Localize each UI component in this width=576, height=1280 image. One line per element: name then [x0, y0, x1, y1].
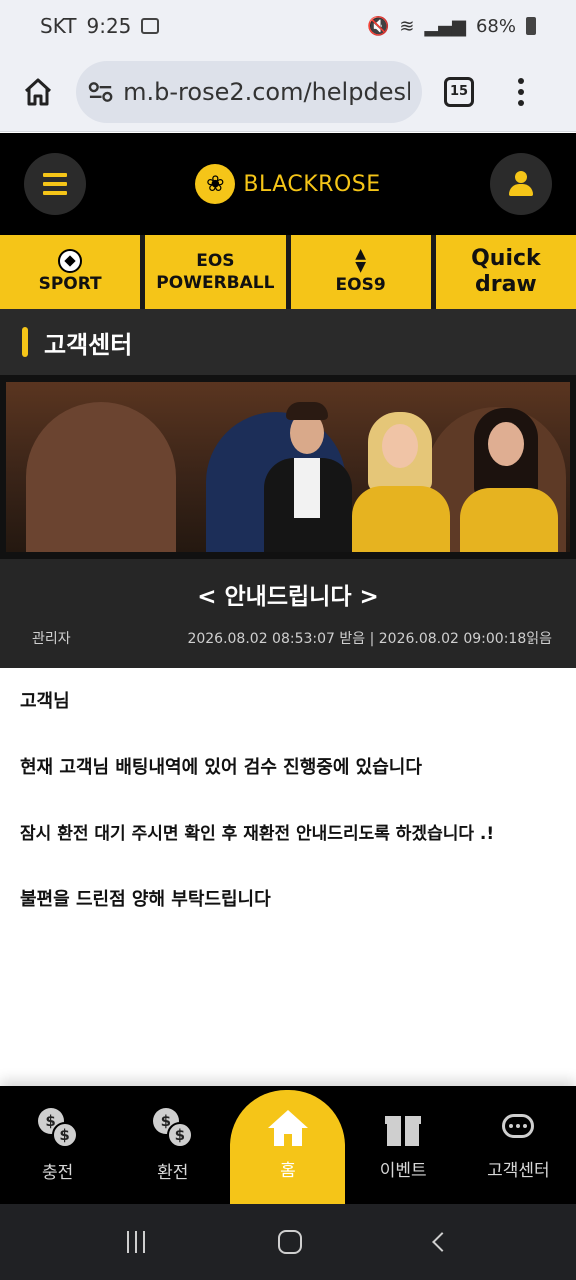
notice-author: 관리자 — [32, 631, 71, 647]
system-home-button[interactable] — [277, 1230, 302, 1254]
tab-eos-powerball-label: POWERBALL — [156, 273, 275, 293]
soccer-ball-icon — [58, 248, 83, 273]
back-button[interactable] — [432, 1232, 453, 1252]
mute-icon: 🔇 — [366, 15, 390, 37]
game-tabs: SPORT EOS POWERBALL ▲ ▼ EOS9 Quick draw — [0, 235, 576, 309]
tab-eos9-label: EOS9 — [335, 274, 386, 295]
tab-sport[interactable]: SPORT — [0, 235, 141, 309]
dealer-figure — [454, 402, 564, 552]
coins-icon: $ $ — [152, 1107, 193, 1148]
gallery-icon — [141, 18, 160, 34]
nav-exchange-label: 환전 — [157, 1162, 189, 1183]
clock: 9:25 — [86, 14, 132, 38]
tab-eos9[interactable]: ▲ ▼ EOS9 — [290, 235, 431, 309]
browser-home-button[interactable] — [18, 72, 58, 112]
status-bar: SKT 9:25 🔇 ≋ ▂▄▆ 68% — [0, 0, 576, 52]
tab-quick-draw-top: Quick — [471, 245, 541, 271]
notice-timestamps: 2026.08.02 08:53:07 받음 | 2026.08.02 09:0… — [187, 631, 552, 647]
nav-home-label: 홈 — [280, 1160, 296, 1181]
brand-logo[interactable]: ❀ BLACKROSE — [195, 164, 380, 204]
rose-icon: ❀ — [195, 164, 236, 204]
user-icon — [508, 171, 534, 197]
nav-support[interactable]: 고객센터 — [461, 1086, 576, 1204]
tab-eos-powerball-top: EOS — [196, 250, 235, 271]
home-icon — [267, 1109, 308, 1146]
nav-support-label: 고객센터 — [487, 1160, 550, 1181]
dealer-figure — [256, 402, 356, 552]
tab-sport-label: SPORT — [38, 273, 102, 294]
notice-title: < 안내드립니다 > — [197, 584, 379, 610]
carrier: SKT — [40, 14, 77, 38]
account-button[interactable] — [490, 153, 552, 215]
battery-level: 68% — [475, 15, 516, 37]
home-outline-icon — [24, 78, 52, 105]
body-line: 현재 고객님 배팅내역에 있어 검수 진행중에 있습니다 — [20, 757, 422, 779]
tab-eos-powerball[interactable]: EOS POWERBALL — [145, 235, 286, 309]
signal-icon: ▂▄▆ — [424, 15, 466, 37]
body-line: 잠시 환전 대기 주시면 확인 후 재환전 안내드리도록 하겠습니다 .! — [20, 823, 495, 844]
menu-button[interactable] — [24, 153, 86, 215]
section-title: 고객센터 — [44, 330, 133, 359]
site-settings-icon[interactable] — [88, 81, 113, 103]
support-chat-icon — [498, 1110, 538, 1146]
promo-banner — [0, 375, 576, 559]
address-bar[interactable]: m.b-rose2.com/helpdesk — [76, 60, 422, 123]
dealer-figure — [346, 402, 456, 552]
browser-toolbar: m.b-rose2.com/helpdesk 15 — [0, 52, 576, 132]
up-down-arrows-icon: ▲ ▼ — [355, 246, 367, 275]
tab-quick-draw-label: draw — [474, 272, 537, 297]
section-accent-bar — [22, 327, 28, 357]
nav-charge-label: 충전 — [41, 1162, 74, 1183]
site-header: ❀ BLACKROSE — [0, 133, 576, 235]
system-navigation-bar — [0, 1204, 576, 1280]
brand-name: BLACKROSE — [243, 171, 381, 197]
nav-event-label: 이벤트 — [379, 1160, 427, 1181]
section-header: 고객센터 — [0, 309, 576, 375]
url-text: m.b-rose2.com/helpdesk — [123, 77, 410, 106]
body-line: 불편을 드린점 양해 부탁드립니다 — [20, 888, 271, 910]
wifi-icon: ≋ — [399, 15, 415, 37]
gift-icon — [385, 1110, 422, 1146]
nav-exchange[interactable]: $ $ 환전 — [115, 1086, 230, 1204]
recent-apps-button[interactable] — [126, 1231, 145, 1253]
browser-menu-button[interactable] — [518, 77, 524, 106]
nav-event[interactable]: 이벤트 — [346, 1086, 461, 1204]
tab-quick-draw[interactable]: Quick draw — [435, 235, 576, 309]
coins-icon: $ $ — [37, 1107, 78, 1148]
hamburger-icon — [43, 173, 67, 195]
nav-home[interactable]: 홈 — [230, 1086, 346, 1204]
notice-header: < 안내드립니다 > 관리자 2026.08.02 08:53:07 받음 | … — [0, 559, 576, 668]
nav-charge[interactable]: $ $ 충전 — [0, 1086, 115, 1204]
banner-image — [6, 382, 570, 552]
tab-switcher-button[interactable]: 15 — [444, 76, 474, 107]
body-line: 고객님 — [20, 691, 70, 712]
notice-body: 고객님 현재 고객님 배팅내역에 있어 검수 진행중에 있습니다 잠시 환전 대… — [0, 668, 576, 1086]
bottom-navigation: $ $ 충전 $ $ 환전 홈 이벤트 고객센터 — [0, 1086, 576, 1204]
battery-icon — [526, 17, 536, 35]
